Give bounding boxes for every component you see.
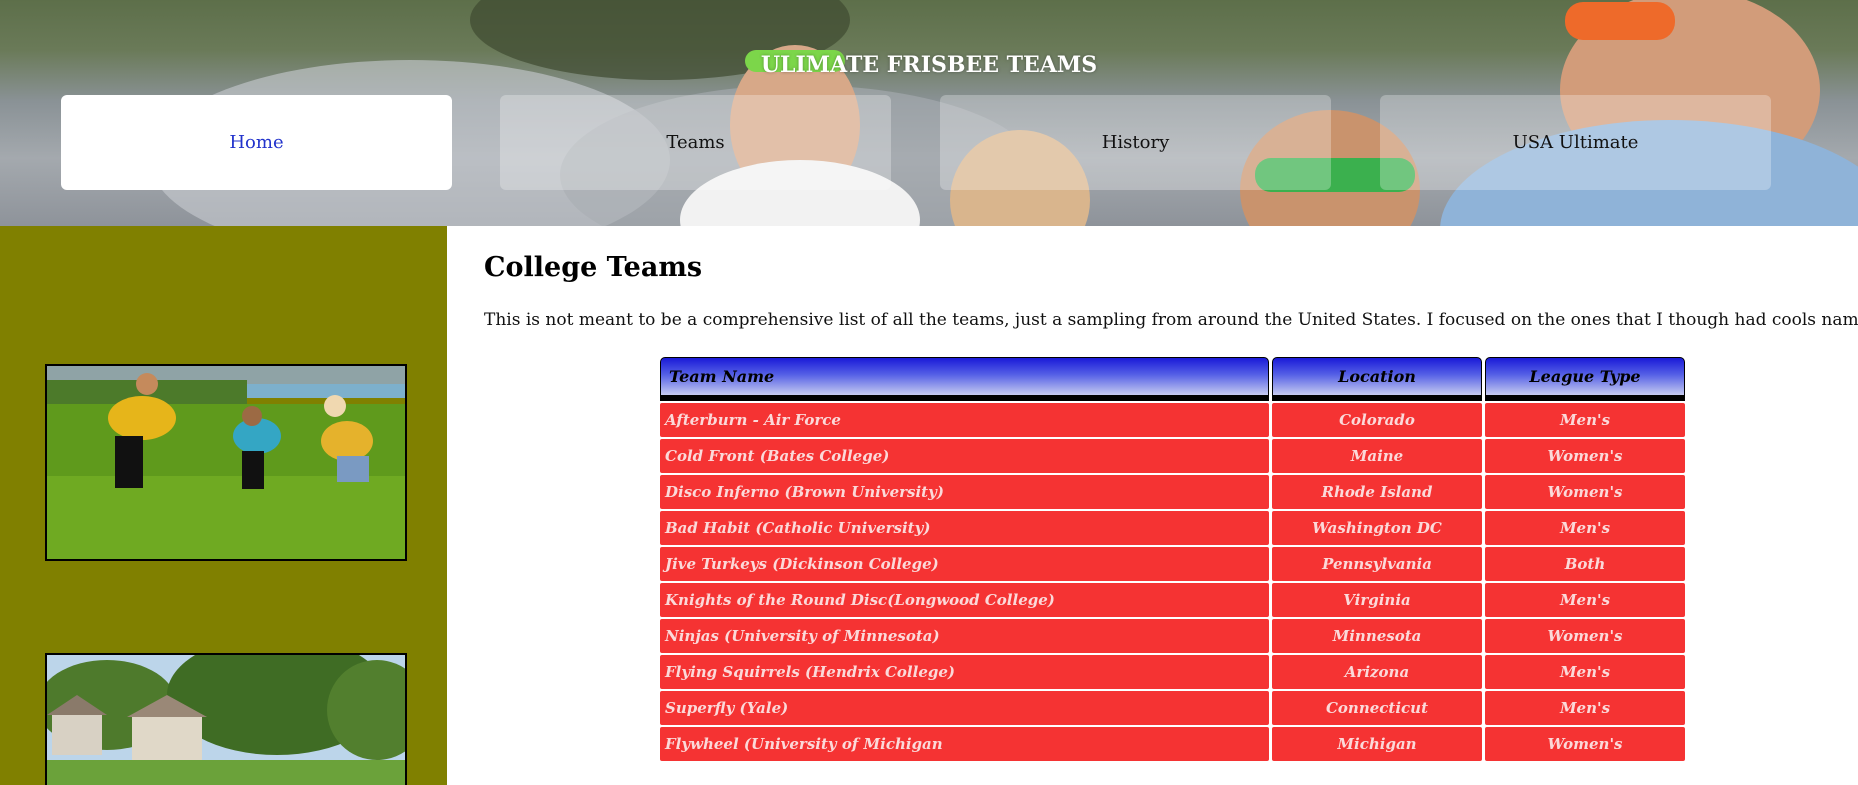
team-name-cell: Afterburn - Air Force (660, 403, 1269, 437)
column-header-team-name: Team Name (660, 357, 1269, 401)
table-row: Knights of the Round Disc(Longwood Colle… (660, 583, 1685, 617)
banner-photo-cap (1565, 2, 1675, 40)
table-row: Flywheel (University of Michigan Michigan… (660, 727, 1685, 761)
team-name-cell: Jive Turkeys (Dickinson College) (660, 547, 1269, 581)
league-type-cell: Women's (1485, 475, 1685, 509)
league-type-cell: Men's (1485, 691, 1685, 725)
nav-usa-ultimate[interactable]: USA Ultimate (1380, 95, 1771, 190)
frisbee-game-image (47, 366, 405, 559)
table-header-row: Team Name Location League Type (660, 357, 1685, 401)
league-type-cell: Men's (1485, 403, 1685, 437)
sidebar-photo-game (45, 364, 407, 561)
houses-landscape-image (47, 655, 405, 785)
sidebar (0, 226, 447, 785)
column-header-location: Location (1272, 357, 1482, 401)
table-row: Bad Habit (Catholic University) Washingto… (660, 511, 1685, 545)
league-type-cell: Women's (1485, 727, 1685, 761)
location-cell: Michigan (1272, 727, 1482, 761)
table-row: Disco Inferno (Brown University) Rhode Is… (660, 475, 1685, 509)
league-type-cell: Women's (1485, 439, 1685, 473)
sidebar-photo-houses (45, 653, 407, 785)
teams-table: Team Name Location League Type Afterburn… (657, 355, 1688, 763)
nav-teams-label: Teams (666, 132, 725, 153)
nav-teams[interactable]: Teams (500, 95, 891, 190)
nav-history-label: History (1101, 132, 1170, 153)
nav-usa-ultimate-label: USA Ultimate (1512, 132, 1639, 153)
location-cell: Colorado (1272, 403, 1482, 437)
location-cell: Washington DC (1272, 511, 1482, 545)
header-banner: ULIMATE FRISBEE TEAMS Home Teams History… (0, 0, 1858, 226)
team-name-cell: Knights of the Round Disc(Longwood Colle… (660, 583, 1269, 617)
location-cell: Arizona (1272, 655, 1482, 689)
team-name-cell: Bad Habit (Catholic University) (660, 511, 1269, 545)
location-cell: Connecticut (1272, 691, 1482, 725)
league-type-cell: Men's (1485, 511, 1685, 545)
location-cell: Pennsylvania (1272, 547, 1482, 581)
nav-home[interactable]: Home (61, 95, 452, 190)
table-row: Afterburn - Air Force Colorado Men's (660, 403, 1685, 437)
league-type-cell: Men's (1485, 583, 1685, 617)
site-title: ULIMATE FRISBEE TEAMS (760, 52, 1098, 78)
nav-history[interactable]: History (940, 95, 1331, 190)
team-name-cell: Superfly (Yale) (660, 691, 1269, 725)
team-name-cell: Disco Inferno (Brown University) (660, 475, 1269, 509)
table-row: Cold Front (Bates College) Maine Women's (660, 439, 1685, 473)
table-row: Superfly (Yale) Connecticut Men's (660, 691, 1685, 725)
column-header-league-type: League Type (1485, 357, 1685, 401)
nav-home-label: Home (229, 132, 284, 153)
team-name-cell: Flying Squirrels (Hendrix College) (660, 655, 1269, 689)
team-name-cell: Ninjas (University of Minnesota) (660, 619, 1269, 653)
location-cell: Rhode Island (1272, 475, 1482, 509)
league-type-cell: Women's (1485, 619, 1685, 653)
table-row: Jive Turkeys (Dickinson College) Pennsylv… (660, 547, 1685, 581)
location-cell: Virginia (1272, 583, 1482, 617)
team-name-cell: Flywheel (University of Michigan (660, 727, 1269, 761)
intro-text: This is not meant to be a comprehensive … (484, 310, 1858, 330)
league-type-cell: Both (1485, 547, 1685, 581)
location-cell: Maine (1272, 439, 1482, 473)
league-type-cell: Men's (1485, 655, 1685, 689)
table-row: Ninjas (University of Minnesota) Minnesot… (660, 619, 1685, 653)
page-heading: College Teams (484, 252, 703, 283)
table-row: Flying Squirrels (Hendrix College) Arizon… (660, 655, 1685, 689)
team-name-cell: Cold Front (Bates College) (660, 439, 1269, 473)
location-cell: Minnesota (1272, 619, 1482, 653)
